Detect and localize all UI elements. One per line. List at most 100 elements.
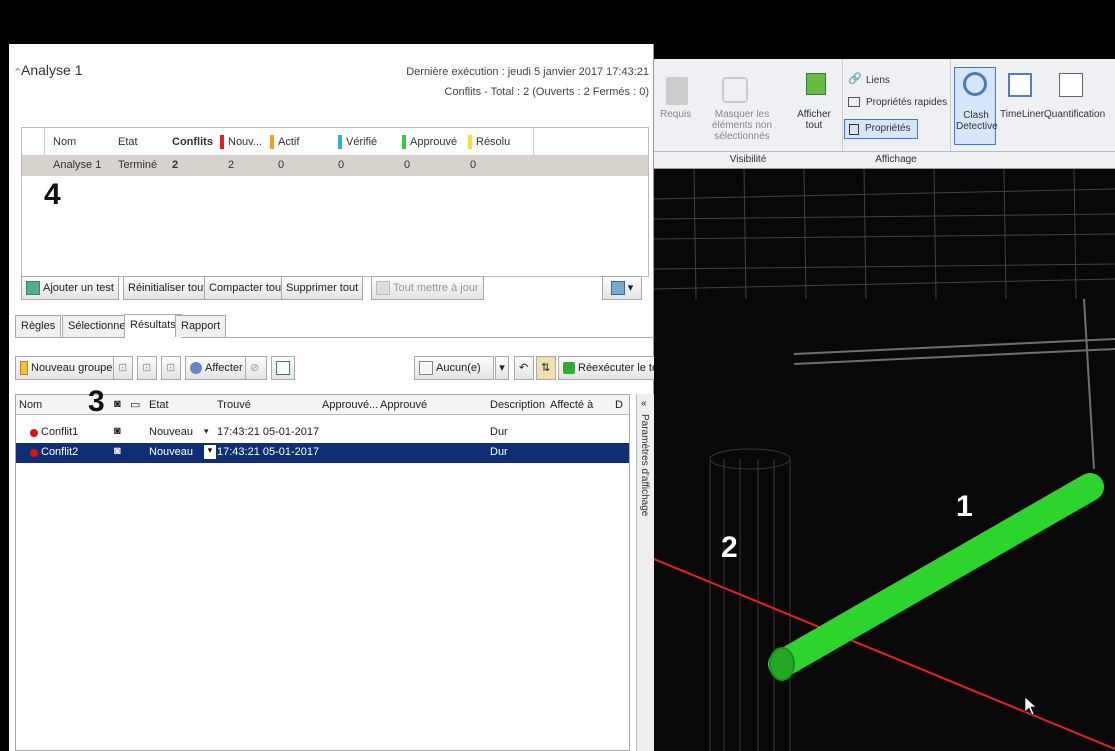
add-test-icon bbox=[26, 281, 40, 296]
tab-rapport[interactable]: Rapport bbox=[175, 315, 227, 337]
delete-all-button[interactable]: Supprimer tout bbox=[281, 276, 364, 300]
tests-table: Nom Etat Conflits Nouv... Actif Vérifié … bbox=[21, 127, 649, 277]
col-result-affecte[interactable]: Affecté à bbox=[550, 399, 593, 411]
test-new: 2 bbox=[228, 159, 235, 171]
test-conflicts: 2 bbox=[172, 159, 179, 171]
quantification-button[interactable]: Quantification bbox=[1044, 109, 1105, 120]
update-icon bbox=[376, 281, 390, 296]
comment-button[interactable] bbox=[271, 356, 295, 380]
update-all-label: Tout mettre à jour bbox=[393, 282, 479, 294]
clash-element-1-pipe[interactable] bbox=[768, 473, 1104, 681]
filter-dropdown-arrow[interactable]: ▾ bbox=[495, 356, 509, 380]
display-settings-side-tab[interactable]: « Paramètres d'affichage bbox=[636, 394, 654, 751]
tab-resultats[interactable]: Résultats bbox=[124, 314, 182, 338]
test-active: 0 bbox=[278, 159, 285, 171]
conflicts-summary: Conflits - Total : 2 (Ouverts : 2 Fermés… bbox=[444, 86, 649, 98]
conflict-state[interactable]: Nouveau bbox=[149, 426, 193, 438]
timeliner-button[interactable]: TimeLiner bbox=[1000, 109, 1044, 120]
group-display-label: Affichage bbox=[875, 154, 917, 165]
assign-label: Affecter bbox=[205, 362, 243, 374]
add-test-button[interactable]: Ajouter un test bbox=[21, 276, 119, 300]
links-button[interactable]: Liens bbox=[866, 75, 890, 86]
comment-col-icon[interactable]: ▭ bbox=[130, 398, 140, 411]
show-all-icon bbox=[806, 73, 826, 95]
col-result-description[interactable]: Description bbox=[490, 399, 545, 411]
new-group-button[interactable]: Nouveau groupe bbox=[15, 356, 118, 380]
clash-detective-label: Clash Detective bbox=[956, 110, 998, 132]
group-visibility-label: Visibilité bbox=[729, 154, 767, 165]
verifie-color-bar bbox=[338, 135, 342, 149]
show-all-button[interactable]: Afficher tout bbox=[795, 109, 833, 131]
group-icon-button-3[interactable]: ⊡ bbox=[161, 356, 181, 380]
clash-element-2-line[interactable] bbox=[654, 558, 1115, 750]
compact-all-button[interactable]: Compacter tout bbox=[204, 276, 290, 300]
col-result-nom[interactable]: Nom bbox=[19, 399, 42, 411]
properties-label: Propriétés bbox=[865, 123, 911, 134]
filter-icon bbox=[419, 361, 433, 376]
col-resolu[interactable]: Résolu bbox=[476, 136, 510, 148]
undo-button[interactable]: ↶ bbox=[514, 356, 534, 380]
add-test-label: Ajouter un test bbox=[43, 282, 114, 294]
col-nouveau[interactable]: Nouv... bbox=[228, 136, 262, 148]
tab-regles[interactable]: Règles bbox=[15, 315, 62, 337]
sort-button[interactable]: ⇅ bbox=[536, 356, 556, 380]
col-approuve[interactable]: Approuvé bbox=[410, 136, 457, 148]
col-result-approuve[interactable]: Approuvé bbox=[380, 399, 427, 411]
col-actif[interactable]: Actif bbox=[278, 136, 299, 148]
quantification-icon bbox=[1059, 73, 1083, 97]
results-table: Nom ◙ ▭ Etat Trouvé Approuvé... Approuvé… bbox=[15, 385, 630, 751]
filter-select[interactable]: Aucun(e) bbox=[414, 356, 494, 380]
conflict-description: Dur bbox=[490, 446, 508, 458]
camera-icon[interactable]: ◙ bbox=[114, 445, 121, 457]
col-result-trouve[interactable]: Trouvé bbox=[217, 399, 251, 411]
conflict-found: 17:43:21 05-01-2017 bbox=[217, 426, 320, 438]
update-all-button[interactable]: Tout mettre à jour bbox=[371, 276, 484, 300]
unassign-button[interactable]: ⊘ bbox=[245, 356, 267, 380]
reset-all-button[interactable]: Réinitialiser tout bbox=[123, 276, 212, 300]
test-verified: 0 bbox=[338, 159, 345, 171]
conflict-found: 17:43:21 05-01-2017 bbox=[217, 446, 320, 458]
nouveau-color-bar bbox=[220, 135, 224, 149]
resolu-color-bar bbox=[468, 135, 472, 149]
col-verifie[interactable]: Vérifié bbox=[346, 136, 377, 148]
new-group-label: Nouveau groupe bbox=[31, 362, 113, 374]
clash-detective-button[interactable]: Clash Detective bbox=[954, 67, 998, 145]
state-dropdown-arrow[interactable]: ▾ bbox=[204, 426, 209, 437]
results-table-header: Nom ◙ ▭ Etat Trouvé Approuvé... Approuvé… bbox=[16, 395, 629, 415]
group-icon-button-1[interactable]: ⊡ bbox=[113, 356, 133, 380]
assign-icon bbox=[190, 362, 202, 375]
last-execution-text: Dernière exécution : jeudi 5 janvier 201… bbox=[406, 66, 649, 78]
hide-unselected-button[interactable]: Masquer les éléments non sélectionnés bbox=[696, 109, 788, 142]
requis-button[interactable]: Requis bbox=[660, 109, 691, 120]
3d-viewport[interactable]: 2 1 bbox=[654, 169, 1115, 751]
conflict-state[interactable]: Nouveau bbox=[149, 446, 193, 458]
conflict-name: Conflit2 bbox=[41, 446, 79, 458]
col-nom[interactable]: Nom bbox=[53, 136, 76, 148]
quick-props-icon bbox=[848, 97, 860, 107]
actif-color-bar bbox=[270, 135, 274, 149]
test-row[interactable]: Analyse 1 Terminé 2 2 0 0 0 0 bbox=[22, 156, 648, 176]
expand-chevron-icon[interactable]: « bbox=[641, 398, 647, 409]
export-dropdown-button[interactable]: ▾ bbox=[602, 276, 642, 300]
annotation-4: 4 bbox=[44, 178, 61, 211]
state-dropdown-arrow[interactable]: ▾ bbox=[204, 445, 216, 459]
properties-icon bbox=[849, 124, 859, 135]
display-settings-label: Paramètres d'affichage bbox=[639, 414, 650, 517]
col-result-etat[interactable]: Etat bbox=[149, 399, 169, 411]
3d-scene[interactable] bbox=[654, 169, 1115, 751]
table-row[interactable]: Conflit2 ◙ Nouveau ▾ 17:43:21 05-01-2017… bbox=[16, 443, 629, 463]
col-conflits[interactable]: Conflits bbox=[172, 136, 213, 148]
properties-button[interactable]: Propriétés bbox=[844, 119, 918, 139]
assign-button[interactable]: Affecter bbox=[185, 356, 248, 380]
camera-col-icon[interactable]: ◙ bbox=[114, 398, 121, 410]
quick-properties-button[interactable]: Propriétés rapides bbox=[866, 97, 947, 108]
col-etat[interactable]: Etat bbox=[118, 136, 138, 148]
camera-icon[interactable]: ◙ bbox=[114, 425, 121, 437]
table-row[interactable]: Conflit1 ◙ Nouveau ▾ 17:43:21 05-01-2017… bbox=[16, 423, 629, 443]
test-title: Analyse 1 bbox=[21, 62, 83, 78]
timeliner-icon bbox=[1008, 73, 1032, 97]
group-icon-button-2[interactable]: ⊡ bbox=[137, 356, 157, 380]
col-result-approuve-par[interactable]: Approuvé... bbox=[322, 399, 378, 411]
col-result-d[interactable]: D bbox=[615, 399, 623, 411]
clash-detective-panel: ⌃ Analyse 1 Dernière exécution : jeudi 5… bbox=[9, 44, 672, 751]
